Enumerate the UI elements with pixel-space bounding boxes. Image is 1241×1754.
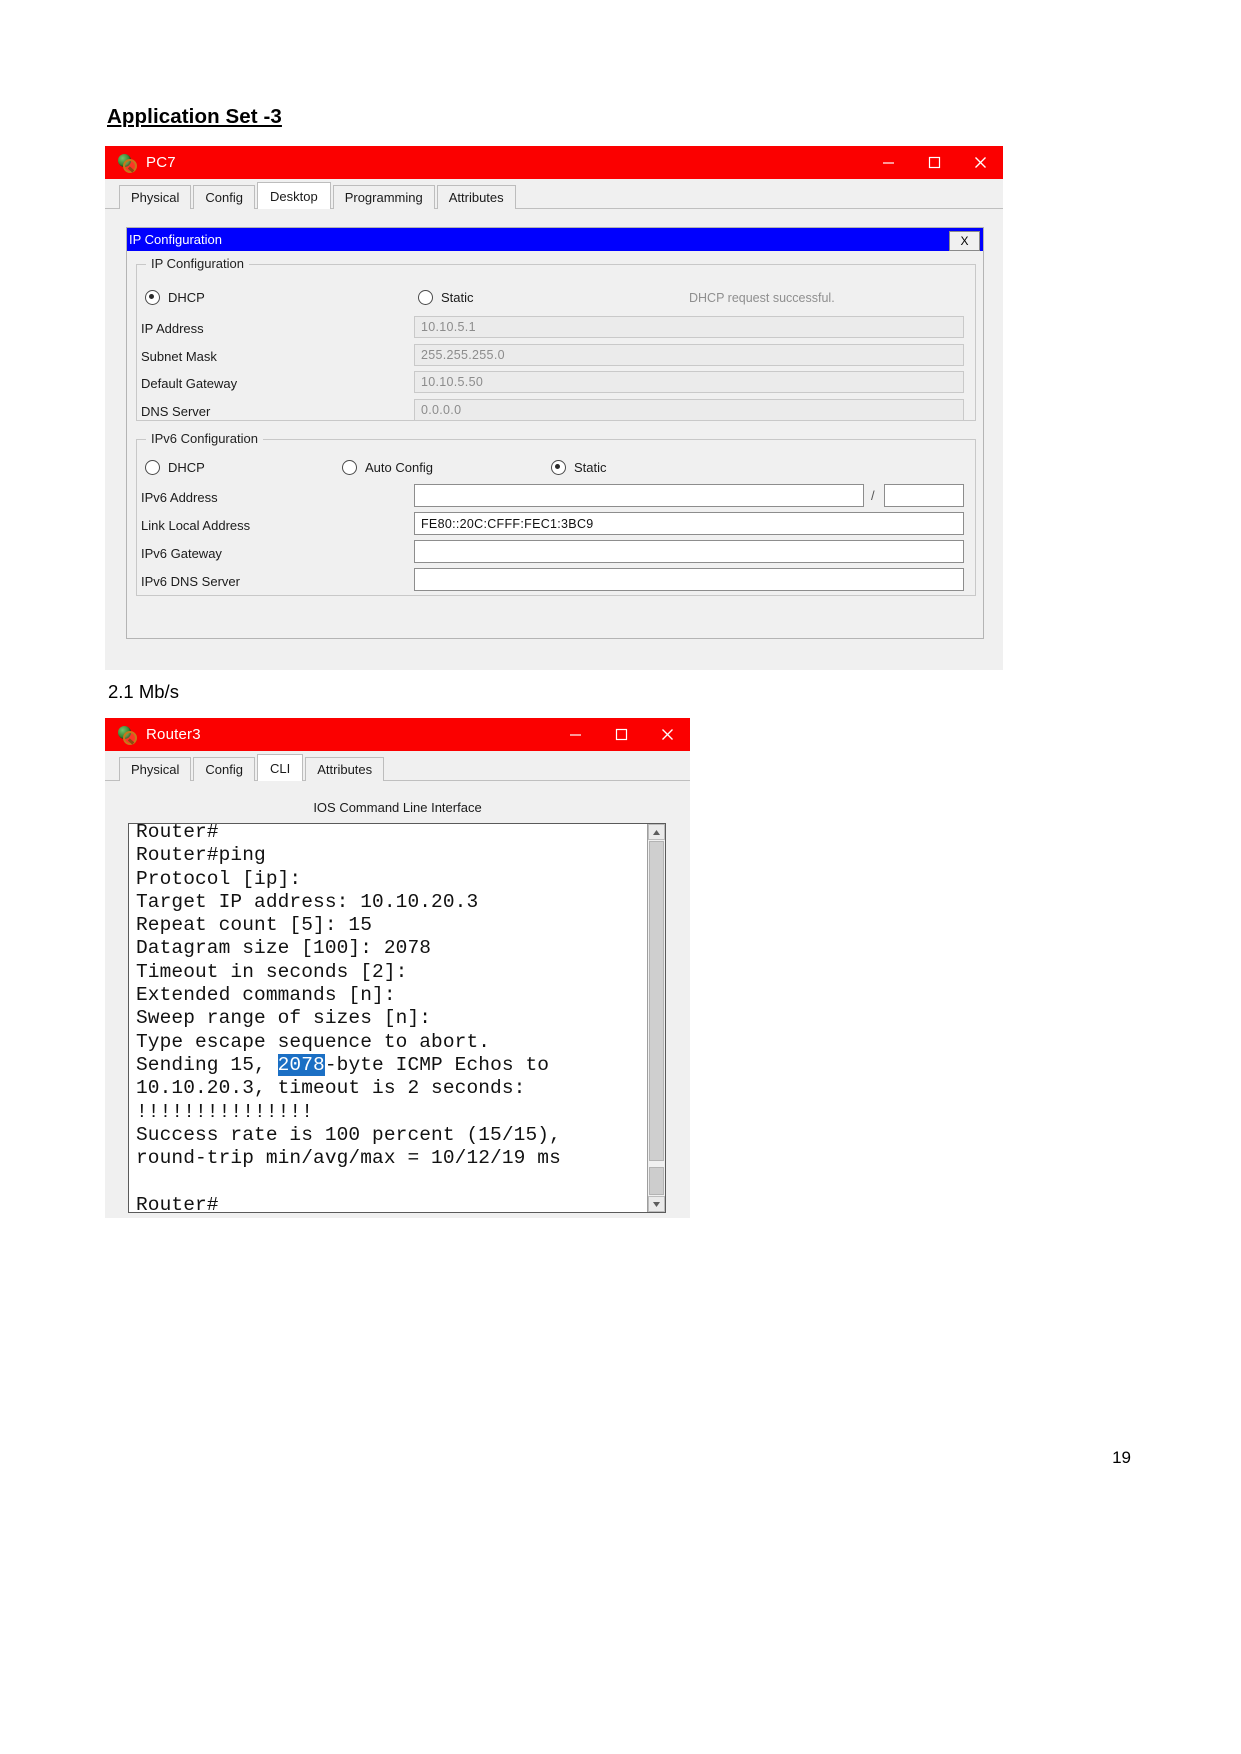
cli-output-before: Router# Router#ping Protocol [ip]: Targe…	[136, 823, 491, 1076]
pc-window-body: IP Configuration X IP Configuration DHCP…	[105, 209, 1003, 670]
tab-cli[interactable]: CLI	[257, 754, 304, 781]
ipv6-gateway-label: IPv6 Gateway	[141, 546, 222, 561]
ipv6-address-label: IPv6 Address	[141, 490, 218, 505]
pc-window-title: PC7	[146, 154, 176, 171]
pc-tab-strip: Physical Config Desktop Programming Attr…	[105, 179, 1003, 209]
cli-output-after: -byte ICMP Echos to 10.10.20.3, timeout …	[136, 1053, 561, 1213]
tab-config[interactable]: Config	[193, 757, 255, 781]
dialog-close-button[interactable]: X	[949, 231, 980, 251]
tab-attributes[interactable]: Attributes	[305, 757, 385, 781]
cli-scrollbar-thumb-lower[interactable]	[649, 1167, 664, 1195]
ip-configuration-dialog-title: IP Configuration	[129, 232, 222, 247]
cli-caption: IOS Command Line Interface	[313, 800, 482, 815]
close-icon[interactable]	[644, 718, 690, 751]
ip-address-label: IP Address	[141, 321, 204, 336]
router-window-controls	[552, 718, 690, 751]
tab-attributes[interactable]: Attributes	[436, 185, 516, 209]
ipv6-dhcp-radio[interactable]: DHCP	[145, 460, 205, 475]
page-number: 19	[1112, 1448, 1131, 1467]
radio-indicator	[145, 290, 160, 305]
dhcp-status-message: DHCP request successful.	[689, 291, 835, 305]
subnet-mask-field[interactable]: 255.255.255.0	[414, 344, 964, 366]
page-title: Application Set -3	[107, 105, 282, 128]
radio-indicator	[145, 460, 160, 475]
dns-server-label: DNS Server	[141, 404, 211, 419]
cli-scrollbar[interactable]	[647, 824, 665, 1212]
ipv6-dhcp-label: DHCP	[168, 460, 205, 475]
cli-scrollbar-thumb[interactable]	[649, 841, 664, 1161]
default-gateway-field[interactable]: 10.10.5.50	[414, 371, 964, 393]
radio-indicator	[342, 460, 357, 475]
router-tab-strip: Physical Config CLI Attributes	[105, 751, 690, 781]
scroll-down-icon[interactable]	[648, 1196, 665, 1212]
cli-output-highlight: 2078	[277, 1053, 325, 1076]
tab-desktop[interactable]: Desktop	[257, 182, 331, 209]
cli-terminal[interactable]: Router# Router#ping Protocol [ip]: Targe…	[128, 823, 666, 1213]
maximize-icon[interactable]	[911, 146, 957, 179]
link-local-address-label: Link Local Address	[141, 518, 251, 533]
ip-address-field[interactable]: 10.10.5.1	[414, 316, 964, 338]
minimize-icon[interactable]	[552, 718, 598, 751]
ipv6-prefix-field[interactable]	[884, 484, 964, 507]
router-window-body: IOS Command Line Interface Router# Route…	[105, 781, 690, 1218]
ipv6-autoconfig-radio[interactable]: Auto Config	[342, 460, 433, 475]
ipv6-static-radio[interactable]: Static	[551, 460, 607, 475]
link-local-address-field[interactable]: FE80::20C:CFFF:FEC1:3BC9	[414, 512, 964, 535]
ipv6-prefix-separator: /	[871, 488, 875, 503]
ipv6-address-field[interactable]	[414, 484, 864, 507]
ipv6-dns-server-field[interactable]	[414, 568, 964, 591]
cli-output: Router# Router#ping Protocol [ip]: Targe…	[136, 823, 561, 1213]
ip-configuration-dialog: IP Configuration X IP Configuration DHCP…	[126, 227, 984, 639]
tab-physical[interactable]: Physical	[119, 757, 192, 781]
pc-window-controls	[865, 146, 1003, 179]
tab-programming[interactable]: Programming	[332, 185, 435, 209]
tab-config[interactable]: Config	[193, 185, 255, 209]
packet-tracer-icon	[117, 153, 137, 173]
default-gateway-label: Default Gateway	[141, 376, 238, 391]
tab-physical[interactable]: Physical	[119, 185, 192, 209]
ipv4-group-legend: IP Configuration	[146, 256, 249, 271]
throughput-caption: 2.1 Mb/s	[108, 681, 179, 702]
packet-tracer-icon	[117, 725, 137, 745]
ip-configuration-dialog-titlebar: IP Configuration X	[127, 228, 983, 251]
subnet-mask-label: Subnet Mask	[141, 349, 217, 364]
ipv6-gateway-field[interactable]	[414, 540, 964, 563]
scroll-up-icon[interactable]	[648, 824, 665, 840]
router-window: Router3 Physical Config CLI Attributes I…	[105, 718, 690, 1218]
pc-window: PC7 Physical Config Desktop Programming …	[105, 146, 1003, 670]
ipv6-group-legend: IPv6 Configuration	[146, 431, 263, 446]
ipv6-dns-server-label: IPv6 DNS Server	[141, 574, 240, 589]
router-window-titlebar: Router3	[105, 718, 690, 751]
ipv4-static-label: Static	[441, 290, 474, 305]
ipv4-configuration-group: IP Configuration	[136, 256, 976, 421]
maximize-icon[interactable]	[598, 718, 644, 751]
router-window-title: Router3	[146, 726, 201, 743]
ipv4-static-radio[interactable]: Static	[418, 290, 474, 305]
ipv4-dhcp-label: DHCP	[168, 290, 205, 305]
close-icon[interactable]	[957, 146, 1003, 179]
radio-indicator	[551, 460, 566, 475]
radio-indicator	[418, 290, 433, 305]
ipv4-dhcp-radio[interactable]: DHCP	[145, 290, 205, 305]
pc-window-titlebar: PC7	[105, 146, 1003, 179]
dns-server-field[interactable]: 0.0.0.0	[414, 399, 964, 421]
ipv6-autoconfig-label: Auto Config	[365, 460, 433, 475]
minimize-icon[interactable]	[865, 146, 911, 179]
ipv6-static-label: Static	[574, 460, 607, 475]
